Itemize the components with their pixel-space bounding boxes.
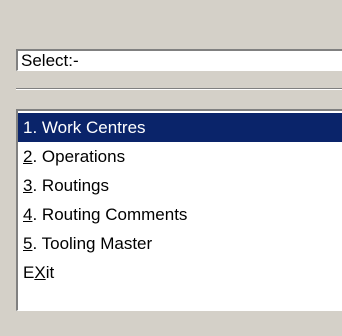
menu-item-exit[interactable]: EXit — [18, 258, 342, 287]
menu-item-routings[interactable]: 3. Routings — [18, 171, 342, 200]
menu-item-label: . Work Centres — [32, 118, 146, 137]
menu-item-label: . Routing Comments — [32, 205, 188, 224]
separator — [16, 88, 342, 90]
menu-item-suffix: it — [45, 263, 55, 282]
menu-item-prefix: E — [23, 263, 35, 282]
menu-item-operations[interactable]: 2. Operations — [18, 142, 342, 171]
menu-item-tooling-master[interactable]: 5. Tooling Master — [18, 229, 342, 258]
menu-list[interactable]: 1. Work Centres 2. Operations 3. Routing… — [16, 109, 342, 311]
menu-item-label: . Tooling Master — [32, 234, 153, 253]
select-field[interactable]: Select:- — [16, 49, 342, 71]
menu-item-work-centres[interactable]: 1. Work Centres — [18, 113, 342, 142]
menu-item-routing-comments[interactable]: 4. Routing Comments — [18, 200, 342, 229]
menu-item-hotkey: X — [34, 263, 46, 282]
menu-item-label: . Operations — [32, 147, 126, 166]
menu-item-label: . Routings — [32, 176, 110, 195]
select-label: Select:- — [21, 51, 79, 70]
